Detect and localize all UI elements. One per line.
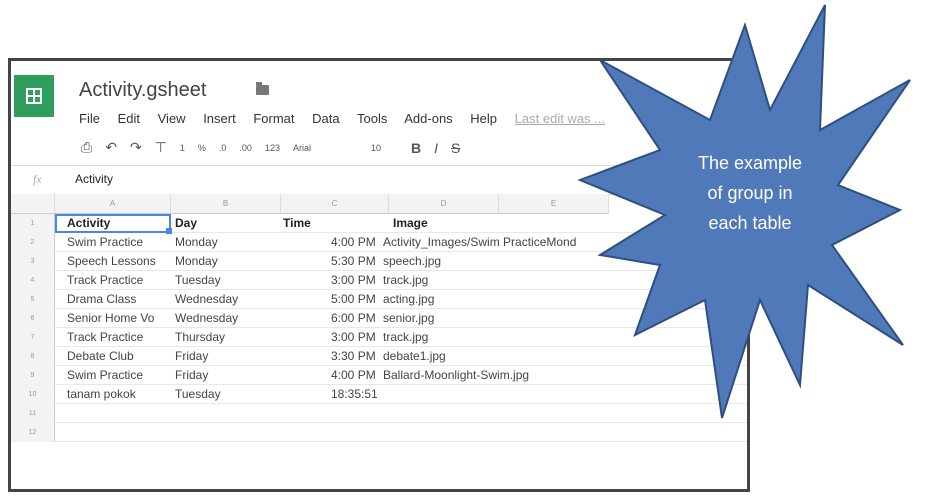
callout-line-3: each table <box>708 213 792 233</box>
callout-line-2: of group in <box>707 183 793 203</box>
callout-star <box>577 4 911 419</box>
callout-line-1: The example <box>697 153 803 173</box>
callout-text: The example of group in each table <box>670 148 830 238</box>
